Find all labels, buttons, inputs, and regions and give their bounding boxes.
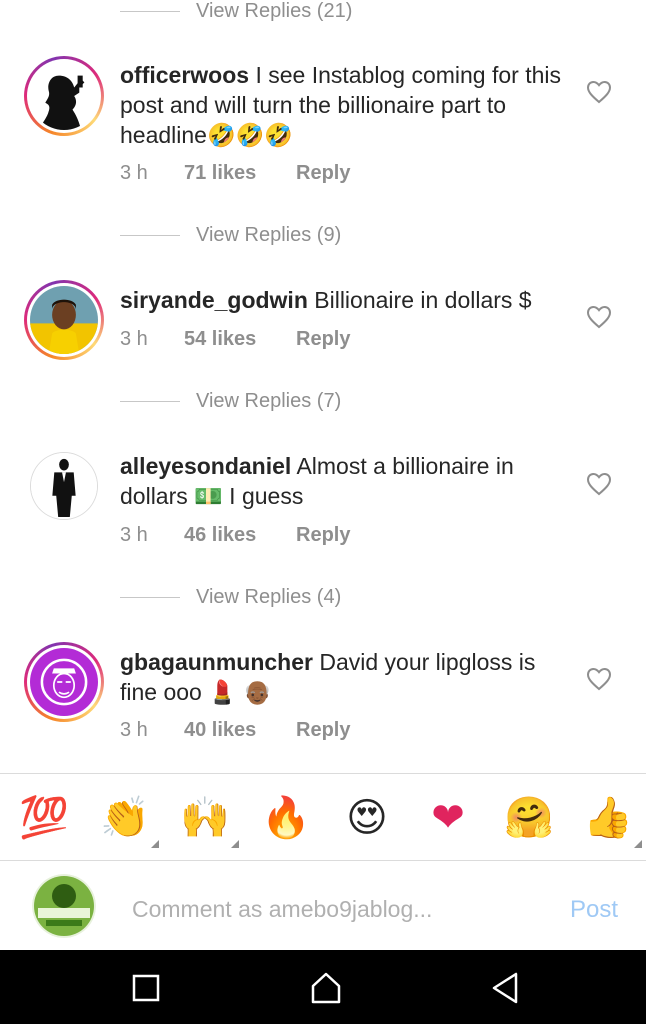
emoji-quick-bar: 💯 👏 🙌 🔥 😍 ❤ 🤗 👍 [0,773,646,861]
variant-indicator-icon [231,840,239,848]
fire-emoji-icon[interactable]: 🔥 [258,792,314,844]
avatar[interactable] [30,452,98,520]
comment-meta: 3 h 40 likes Reply [120,717,350,743]
hugging-face-emoji-icon[interactable]: 🤗 [501,792,557,844]
avatar[interactable] [24,642,104,722]
comment-username[interactable]: gbagaunmuncher [120,649,313,675]
comment-meta: 3 h 46 likes Reply [120,522,350,548]
view-replies-link[interactable]: View Replies (21) [120,0,352,24]
comment-likes[interactable]: 46 likes [184,524,296,547]
comment-composer: Post [0,862,646,950]
comment-body: alleyesondaniel Almost a billionaire in … [120,451,570,511]
reply-button[interactable]: Reply [296,328,350,351]
avatar-cartoon [30,648,98,716]
divider-line [120,234,180,236]
reply-button[interactable]: Reply [296,719,350,742]
comment-likes[interactable]: 40 likes [184,719,296,742]
comment-body: siryande_godwin Billionaire in dollars $ [120,285,570,315]
avatar-photo [30,286,98,354]
comment-username[interactable]: officerwoos [120,62,249,88]
hundred-points-emoji-icon[interactable]: 💯 [16,792,72,844]
heart-icon[interactable] [586,305,612,329]
comments-list[interactable]: View Replies (21) officerwoos I see Inst… [0,0,646,772]
view-replies-label: View Replies (21) [196,0,353,22]
heart-icon[interactable] [586,667,612,691]
thumbs-up-emoji-icon[interactable]: 👍 [580,792,642,848]
comment-body: officerwoos I see Instablog coming for t… [120,60,570,150]
post-button[interactable]: Post [570,896,618,924]
heart-icon[interactable] [586,472,612,496]
avatar-silhouette-gun [30,62,98,130]
comment-likes[interactable]: 54 likes [184,328,296,351]
avatar-silhouette-suit [31,453,97,519]
heart-eyes-emoji-icon[interactable]: 😍 [339,792,395,844]
comment-meta: 3 h 54 likes Reply [120,326,350,352]
comment-likes[interactable]: 71 likes [184,162,296,185]
system-navigation-bar [0,950,646,1024]
divider-line [120,400,180,402]
comment-text: Billionaire in dollars $ [314,287,532,313]
view-replies-label: View Replies (4) [196,585,342,608]
view-replies-link[interactable]: View Replies (7) [120,388,341,414]
variant-indicator-icon [634,840,642,848]
view-replies-link[interactable]: View Replies (4) [120,584,341,610]
current-user-avatar [32,874,96,938]
comment-meta: 3 h 71 likes Reply [120,160,350,186]
comment-body: gbagaunmuncher David your lipgloss is fi… [120,647,570,707]
view-replies-label: View Replies (9) [196,223,342,246]
avatar[interactable] [24,280,104,360]
home-icon[interactable] [308,970,344,1006]
raising-hands-emoji-icon[interactable]: 🙌 [177,792,239,848]
comment-input[interactable] [132,892,532,926]
divider-line [120,596,180,598]
reply-button[interactable]: Reply [296,162,350,185]
comment-username[interactable]: siryande_godwin [120,287,308,313]
reply-button[interactable]: Reply [296,524,350,547]
comment-time: 3 h [120,718,148,741]
red-heart-emoji-icon[interactable]: ❤ [420,792,476,844]
back-triangle-icon[interactable] [488,970,524,1006]
comment-time: 3 h [120,523,148,546]
comment-time: 3 h [120,161,148,184]
view-replies-link[interactable]: View Replies (9) [120,222,341,248]
divider-line [120,10,180,12]
avatar[interactable] [24,56,104,136]
overview-square-icon[interactable] [128,970,164,1006]
clapping-hands-emoji-icon[interactable]: 👏 [97,792,159,848]
comment-time: 3 h [120,327,148,350]
variant-indicator-icon [151,840,159,848]
heart-icon[interactable] [586,80,612,104]
comment-username[interactable]: alleyesondaniel [120,453,291,479]
view-replies-label: View Replies (7) [196,389,342,412]
